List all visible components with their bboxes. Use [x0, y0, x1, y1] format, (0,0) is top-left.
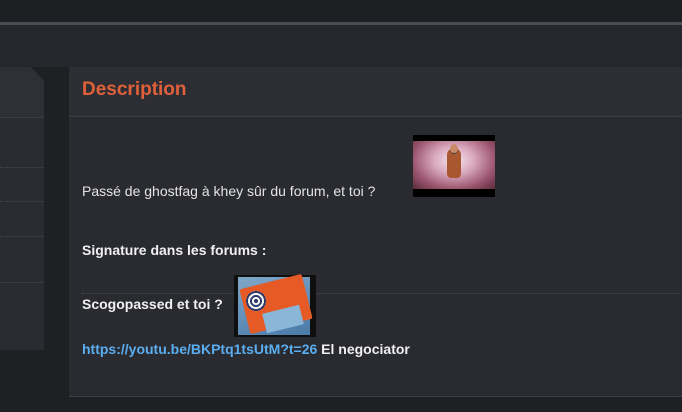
signature-text: Scogopassed et toi ?: [82, 296, 223, 312]
description-panel: Description Passé de ghostfag à khey sûr…: [69, 67, 682, 397]
sidebar-tab[interactable]: [0, 67, 44, 117]
panel-header: Description: [69, 67, 682, 117]
section-divider: [82, 293, 682, 294]
panel-title: Description: [82, 79, 187, 100]
sidebar-divider: [0, 201, 44, 202]
jesus-sticker-image: [413, 135, 495, 197]
signature-label: Signature dans les forums :: [82, 242, 267, 258]
sub-header-bar: [0, 25, 682, 67]
snail-book-sticker-image: [234, 273, 316, 337]
sidebar-divider: [0, 167, 44, 168]
sidebar-divider: [0, 236, 44, 237]
youtube-link[interactable]: https://youtu.be/BKPtq1tsUtM?t=26: [82, 341, 317, 357]
panel-bottom-border: [69, 396, 682, 397]
sidebar-divider: [0, 117, 44, 118]
top-bar: [0, 0, 682, 22]
link-trailing-text: El negociator: [317, 341, 410, 357]
description-text: Passé de ghostfag à khey sûr du forum, e…: [82, 183, 376, 199]
sidebar-divider: [0, 282, 44, 283]
signature-link-line: https://youtu.be/BKPtq1tsUtM?t=26 El neg…: [82, 341, 410, 357]
sidebar-list: [0, 117, 44, 350]
sidebar: [0, 67, 44, 412]
